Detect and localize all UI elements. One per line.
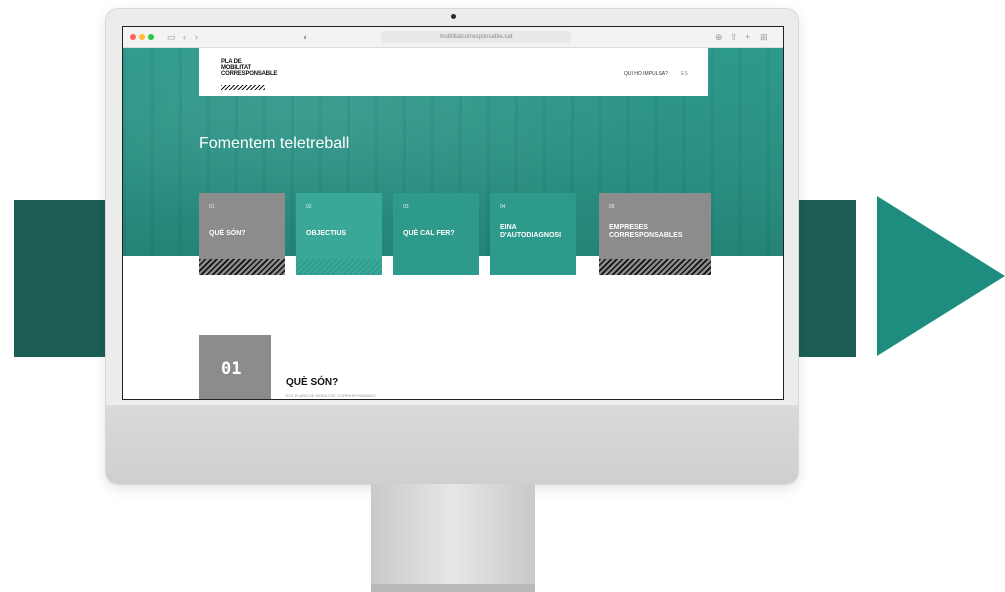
card-hatch-decoration xyxy=(393,259,479,275)
site-header: PLA DE MOBILITAT CORRESPONSABLE QUI HO I… xyxy=(199,48,708,96)
card-hatch-decoration xyxy=(490,259,576,275)
browser-toolbar: ▭ ‹ › ◐ mobilitatcorresponsable.cat ⊕ ⇧ … xyxy=(123,27,783,48)
download-icon[interactable]: ⊕ xyxy=(715,31,723,43)
sidebar-icon[interactable]: ▭ xyxy=(167,31,176,43)
card-label: QUÈ SÓN? xyxy=(209,230,246,237)
close-window-button[interactable] xyxy=(130,34,136,40)
card-empreses-corresponsables[interactable]: 05 EMPRESES CORRESPONSABLES xyxy=(599,193,711,275)
card-hatch-decoration xyxy=(599,259,711,275)
logo-line: CORRESPONSABLE xyxy=(221,71,278,77)
forward-icon[interactable]: › xyxy=(195,31,198,43)
monitor-chin xyxy=(106,405,798,484)
section-number-box: 01 xyxy=(199,335,271,399)
section-subtitle: ELS PLANS DE MOBILITAT CORRESPONSABLE xyxy=(286,393,376,398)
card-number: 03 xyxy=(403,204,409,210)
card-number: 04 xyxy=(500,204,506,210)
privacy-shield-icon[interactable]: ◐ xyxy=(303,31,308,43)
minimize-window-button[interactable] xyxy=(139,34,145,40)
card-que-cal-fer[interactable]: 03 QUÈ CAL FER? xyxy=(393,193,479,275)
card-number: 02 xyxy=(306,204,312,210)
site-logo[interactable]: PLA DE MOBILITAT CORRESPONSABLE xyxy=(221,59,277,77)
card-label: EINA D'AUTODIAGNOSI xyxy=(500,224,562,239)
hero-title: Fomentem teletreball xyxy=(199,135,350,152)
section-number: 01 xyxy=(221,359,242,379)
decor-bar-right xyxy=(790,200,856,357)
card-que-son[interactable]: 01 QUÈ SÓN? xyxy=(199,193,285,275)
monitor-stand xyxy=(371,484,535,592)
card-objectius[interactable]: 02 OBJECTIUS xyxy=(296,193,382,275)
tabs-overview-icon[interactable]: ⊞ xyxy=(760,31,768,43)
language-switch[interactable]: ES xyxy=(681,71,688,77)
card-hatch-decoration xyxy=(199,259,285,275)
logo-hatch-decoration xyxy=(221,85,265,90)
card-label: OBJECTIUS xyxy=(306,230,347,237)
card-number: 01 xyxy=(209,204,215,210)
url-text: mobilitatcorresponsable.cat xyxy=(439,34,513,40)
play-arrow-icon xyxy=(877,196,1005,356)
card-eina-autodiagnosi[interactable]: 04 EINA D'AUTODIAGNOSI xyxy=(490,193,576,275)
card-number: 05 xyxy=(609,204,615,210)
nav-link-qui-ho-impulsa[interactable]: QUI HO IMPULSA? xyxy=(624,71,668,77)
monitor-stand-base xyxy=(371,584,535,592)
card-hatch-decoration xyxy=(296,259,382,275)
back-icon[interactable]: ‹ xyxy=(183,31,186,43)
camera-icon xyxy=(451,14,456,19)
card-label: EMPRESES CORRESPONSABLES xyxy=(609,224,683,239)
section-title: QUÈ SÓN? xyxy=(286,377,339,388)
address-bar[interactable]: mobilitatcorresponsable.cat xyxy=(381,31,571,43)
screen: ▭ ‹ › ◐ mobilitatcorresponsable.cat ⊕ ⇧ … xyxy=(122,26,784,400)
share-icon[interactable]: ⇧ xyxy=(730,31,738,43)
new-tab-icon[interactable]: + xyxy=(745,31,750,43)
maximize-window-button[interactable] xyxy=(148,34,154,40)
card-label: QUÈ CAL FER? xyxy=(403,230,455,237)
